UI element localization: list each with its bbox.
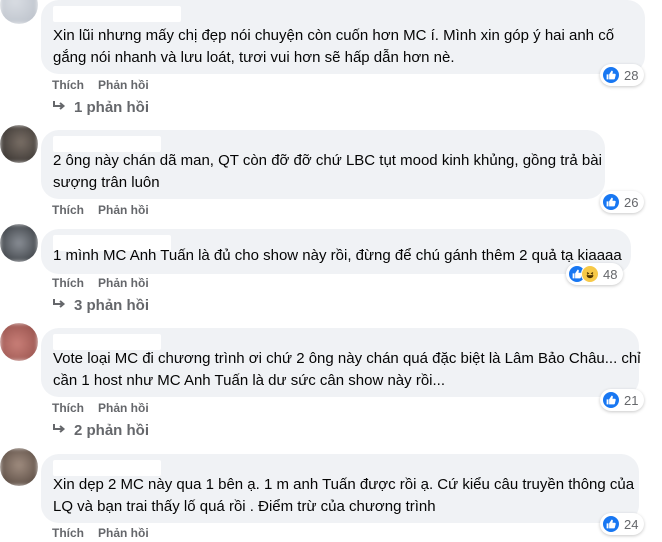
comment-text-line: 2 ông này chán dã man, QT còn đỡ đỡ chứ … (53, 152, 602, 169)
comment-text-line: Xin lũi nhưng mấy chị đẹp nói chuyện còn… (53, 27, 615, 44)
like-button[interactable]: Thích (52, 401, 84, 415)
reply-arrow-icon (52, 99, 66, 116)
reaction-summary[interactable]: 21 (600, 389, 645, 411)
reply-button[interactable]: Phản hồi (98, 401, 149, 415)
comment-actions: Thích Phản hồi (52, 202, 163, 218)
reaction-count: 21 (624, 392, 639, 408)
comment-bubble: Xin lũi nhưng mấy chị đẹp nói chuyện còn… (41, 0, 645, 74)
replies-count-label: 2 phản hồi (74, 422, 149, 439)
reply-button[interactable]: Phản hồi (98, 203, 149, 217)
reaction-summary[interactable]: 24 (600, 513, 645, 535)
reaction-count: 26 (624, 194, 639, 210)
replies-count-label: 1 phản hồi (74, 99, 149, 116)
like-icon (602, 66, 620, 84)
comment-bubble: 1 mình MC Anh Tuấn là đủ cho show này rồ… (41, 229, 631, 274)
comment-text-line: sượng trân luôn (53, 174, 160, 191)
reply-button[interactable]: Phản hồi (98, 78, 149, 92)
like-icon (602, 515, 620, 533)
comment-actions: Thích Phản hồi (52, 525, 163, 541)
avatar[interactable] (0, 448, 38, 486)
comment-text-line: gắng nói nhanh và lưu loát, tươi vui hơn… (53, 49, 455, 66)
comment-actions: Thích Phản hồi (52, 400, 163, 416)
reaction-count: 28 (624, 67, 639, 83)
reaction-count: 24 (624, 516, 639, 532)
replies-count-label: 3 phản hồi (74, 297, 149, 314)
reply-arrow-icon (52, 422, 66, 439)
comment-bubble: 2 ông này chán dã man, QT còn đỡ đỡ chứ … (41, 130, 605, 199)
comment-text-line: Xin dẹp 2 MC này qua 1 bên ạ. 1 m anh Tu… (53, 476, 635, 493)
reply-button[interactable]: Phản hồi (98, 526, 149, 540)
reply-arrow-icon (52, 297, 66, 314)
like-button[interactable]: Thích (52, 276, 84, 290)
comment-bubble: Vote loại MC đi chương trình ơi chứ 2 ôn… (41, 328, 641, 397)
comment-actions: Thích Phản hồi (52, 77, 163, 93)
comment-text-line: 1 mình MC Anh Tuấn là đủ cho show này rồ… (53, 247, 622, 264)
haha-icon (581, 265, 599, 283)
comment-text-line: cần 1 host như MC Anh Tuấn là dư sức cân… (53, 372, 445, 389)
comment-bubble: Xin dẹp 2 MC này qua 1 bên ạ. 1 m anh Tu… (41, 454, 639, 523)
avatar[interactable] (0, 224, 38, 262)
comment-text-line: Vote loại MC đi chương trình ơi chứ 2 ôn… (53, 350, 641, 367)
like-button[interactable]: Thích (52, 78, 84, 92)
view-replies-link[interactable]: 1 phản hồi (52, 99, 149, 116)
avatar[interactable] (0, 323, 38, 361)
reaction-summary[interactable]: 26 (600, 191, 645, 213)
reply-button[interactable]: Phản hồi (98, 276, 149, 290)
reaction-summary[interactable]: 28 (600, 64, 645, 86)
avatar[interactable] (0, 125, 38, 163)
comment-actions: Thích Phản hồi (52, 275, 163, 291)
comment-text-line: LQ và bạn trai thấy lố quá rồi . Điểm tr… (53, 498, 436, 515)
view-replies-link[interactable]: 3 phản hồi (52, 297, 149, 314)
view-replies-link[interactable]: 2 phản hồi (52, 422, 149, 439)
reaction-count: 48 (603, 266, 618, 282)
like-button[interactable]: Thích (52, 526, 84, 540)
like-icon (602, 391, 620, 409)
like-button[interactable]: Thích (52, 203, 84, 217)
avatar[interactable] (0, 0, 38, 24)
reaction-summary[interactable]: 48 (566, 263, 624, 285)
like-icon (602, 193, 620, 211)
author-name-redacted[interactable] (53, 6, 181, 22)
